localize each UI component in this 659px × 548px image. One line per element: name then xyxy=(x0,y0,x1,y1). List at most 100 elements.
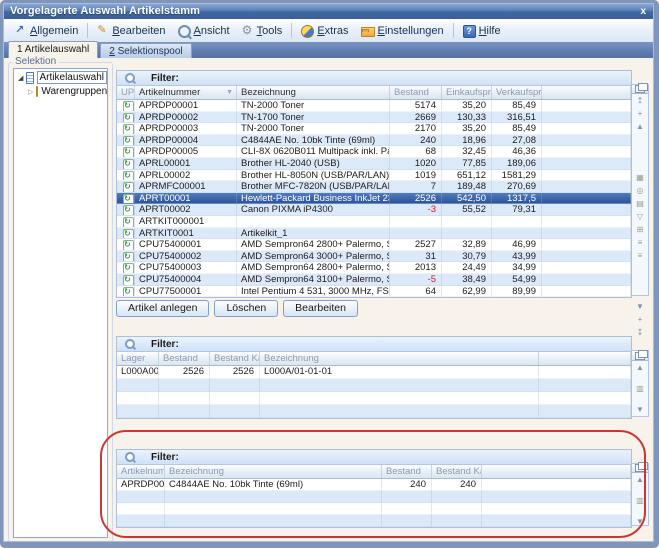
table-cell[interactable]: 55,52 xyxy=(442,204,492,216)
table-cell[interactable]: 1019 xyxy=(390,170,442,182)
table-cell[interactable] xyxy=(210,405,260,418)
table-cell[interactable]: 2527 xyxy=(390,239,442,251)
table-cell[interactable] xyxy=(432,515,482,527)
scroll-up-icon[interactable]: ▲ xyxy=(636,120,644,133)
table-cell[interactable]: APRDP00004 xyxy=(117,479,165,491)
table-cell[interactable]: 189,06 xyxy=(492,158,542,170)
table-cell[interactable]: 30,79 xyxy=(442,251,492,263)
table-cell[interactable]: AMD Sempron64 2800+ Palermo, Sockel 754 xyxy=(237,262,390,274)
column-header-up[interactable]: UP xyxy=(117,86,135,99)
add-row2-icon[interactable]: + xyxy=(638,313,643,326)
go-top-icon[interactable]: ↥ xyxy=(637,94,644,107)
table-cell[interactable] xyxy=(117,379,159,392)
table-cell[interactable]: Hewlett-Packard Business InkJet 2300DTN … xyxy=(237,193,390,205)
table-cell[interactable]: 2526 xyxy=(210,366,260,379)
table-cell[interactable]: 34,99 xyxy=(492,262,542,274)
filler-cell[interactable] xyxy=(482,479,631,491)
table-cell[interactable] xyxy=(260,379,539,392)
table-cell[interactable]: L000A/01-01-01 xyxy=(260,366,539,379)
table-cell[interactable]: 1020 xyxy=(390,158,442,170)
column-header-bestand-kalk[interactable]: Bestand Kalk. xyxy=(432,465,482,478)
table-cell[interactable]: AMD Sempron64 3100+ Palermo, Sockel 754 xyxy=(237,274,390,286)
table-cell[interactable] xyxy=(159,392,210,405)
filler-cell[interactable] xyxy=(539,392,631,405)
table-cell[interactable]: 32,45 xyxy=(442,146,492,158)
table-cell[interactable]: 2170 xyxy=(390,123,442,135)
menu-extras[interactable]: Extras xyxy=(295,22,354,40)
table-cell[interactable]: 32,89 xyxy=(442,239,492,251)
table-cell[interactable] xyxy=(260,405,539,418)
table-cell[interactable]: 46,36 xyxy=(492,146,542,158)
filler-cell[interactable] xyxy=(542,123,631,135)
search-icon[interactable]: ◎ xyxy=(637,184,644,197)
table-cell[interactable] xyxy=(492,228,542,240)
table-cell[interactable]: Brother MFC-7820N (USB/PAR/LAN, Scannen,… xyxy=(237,181,390,193)
filler-cell[interactable] xyxy=(542,193,631,205)
table-cell[interactable]: AMD Sempron64 2800+ Palermo, Sockel 754,… xyxy=(237,239,390,251)
scroll-down-icon[interactable]: ▼ xyxy=(636,515,644,528)
table-cell[interactable]: 651,12 xyxy=(442,170,492,182)
table-cell[interactable] xyxy=(390,228,442,240)
table-cell[interactable]: TN-2000 Toner xyxy=(237,123,390,135)
article-grid-filter-row[interactable]: Filter: xyxy=(117,71,631,86)
close-icon[interactable]: x xyxy=(632,6,654,17)
table-cell[interactable]: Intel Pentium 4 531, 3000 MHz, FSB 800 M… xyxy=(237,286,390,298)
tree-collapsed-icon[interactable]: ▷ xyxy=(28,88,33,96)
row-status-cell[interactable] xyxy=(117,251,135,263)
filler-cell[interactable] xyxy=(539,405,631,418)
table-cell[interactable] xyxy=(382,491,432,503)
filler-cell[interactable] xyxy=(539,379,631,392)
table-cell[interactable] xyxy=(117,405,159,418)
table-cell[interactable]: C4844AE No. 10bk Tinte (69ml) xyxy=(165,479,382,491)
table-cell[interactable]: 24,49 xyxy=(442,262,492,274)
table-cell[interactable]: 5174 xyxy=(390,100,442,112)
table-cell[interactable]: -3 xyxy=(390,204,442,216)
table-cell[interactable]: 1581,29 xyxy=(492,170,542,182)
filter-icon[interactable]: ▽ xyxy=(637,210,643,223)
table-cell[interactable]: TN-1700 Toner xyxy=(237,112,390,124)
table-cell[interactable]: APRDP00002 xyxy=(135,112,237,124)
table-cell[interactable]: 64 xyxy=(390,286,442,298)
table-cell[interactable]: 189,48 xyxy=(442,181,492,193)
table-cell[interactable]: 7 xyxy=(390,181,442,193)
table-cell[interactable]: 35,20 xyxy=(442,100,492,112)
scroll-down-icon[interactable]: ▼ xyxy=(636,403,644,416)
filler-cell[interactable] xyxy=(542,262,631,274)
table-cell[interactable]: 542,50 xyxy=(442,193,492,205)
scroll-up-icon[interactable]: ▲ xyxy=(636,473,644,486)
row-status-cell[interactable] xyxy=(117,216,135,228)
row-status-cell[interactable] xyxy=(117,100,135,112)
grid-view-icon[interactable]: ▦ xyxy=(636,171,644,184)
add-row-icon[interactable]: + xyxy=(638,107,643,120)
table-cell[interactable]: 2526 xyxy=(390,193,442,205)
scroll-up-icon[interactable]: ▲ xyxy=(636,361,644,374)
list2-icon[interactable]: ≡ xyxy=(638,249,643,262)
table-cell[interactable]: CPU77500001 xyxy=(135,286,237,298)
table-cell[interactable]: 240 xyxy=(390,135,442,147)
table-cell[interactable]: 35,20 xyxy=(442,123,492,135)
filler-cell[interactable] xyxy=(542,146,631,158)
row-status-cell[interactable] xyxy=(117,146,135,158)
tree-expanded-icon[interactable]: ◢ xyxy=(18,74,23,82)
menu-hilfe[interactable]: ? Hilfe xyxy=(457,22,507,40)
table-cell[interactable] xyxy=(390,216,442,228)
table-cell[interactable]: CPU75400003 xyxy=(135,262,237,274)
list-icon[interactable]: ≡ xyxy=(638,236,643,249)
filler-cell[interactable] xyxy=(542,216,631,228)
table-cell[interactable] xyxy=(442,216,492,228)
table-cell[interactable] xyxy=(260,392,539,405)
table-cell[interactable]: APRDP00001 xyxy=(135,100,237,112)
tree-item-artikelauswahl[interactable]: ◢ Artikelauswahl xyxy=(14,69,107,84)
tree-item-warengruppen[interactable]: ▷ Warengruppen xyxy=(14,84,107,97)
table-cell[interactable]: Brother HL-2040 (USB) xyxy=(237,158,390,170)
column-chooser-button[interactable] xyxy=(632,464,648,473)
table-cell[interactable]: APRMFC00001 xyxy=(135,181,237,193)
table-cell[interactable]: 54,99 xyxy=(492,274,542,286)
table-cell[interactable]: 85,49 xyxy=(492,100,542,112)
table-cell[interactable]: 240 xyxy=(382,479,432,491)
table-cell[interactable]: 38,49 xyxy=(442,274,492,286)
table-cell[interactable]: 130,33 xyxy=(442,112,492,124)
table-cell[interactable]: CLI-8X 0620B011 Multipack inkl. Papier xyxy=(237,146,390,158)
table-cell[interactable] xyxy=(210,392,260,405)
table-cell[interactable]: 2526 xyxy=(159,366,210,379)
